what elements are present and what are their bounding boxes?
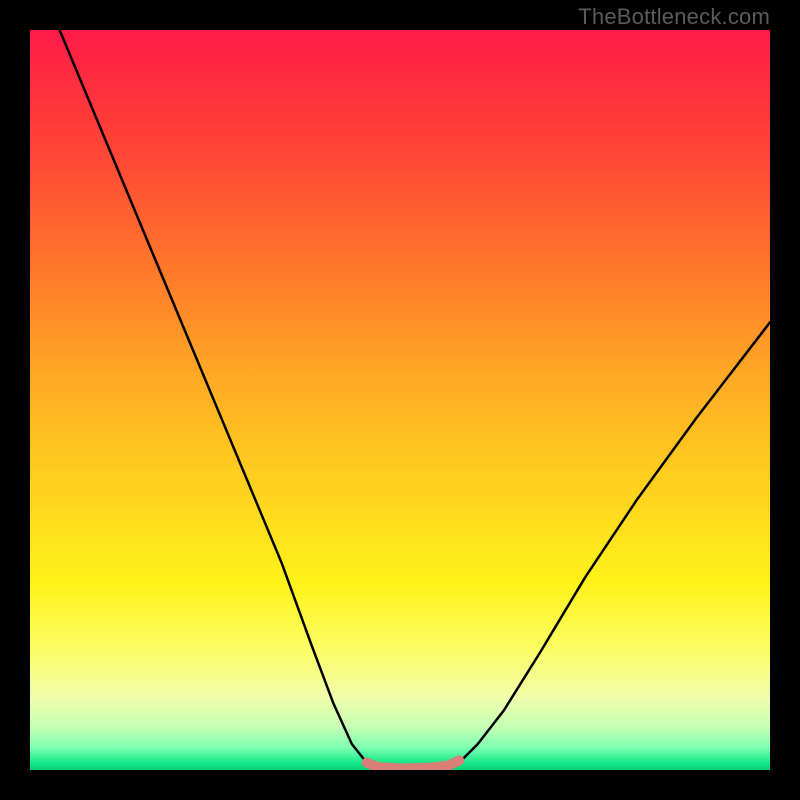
curve-svg [30, 30, 770, 770]
right-branch-path [463, 322, 770, 759]
watermark-text: TheBottleneck.com [578, 4, 770, 30]
chart-frame: TheBottleneck.com [0, 0, 800, 800]
valley-band-path [367, 760, 460, 768]
plot-area [30, 30, 770, 770]
left-branch-path [60, 30, 367, 763]
